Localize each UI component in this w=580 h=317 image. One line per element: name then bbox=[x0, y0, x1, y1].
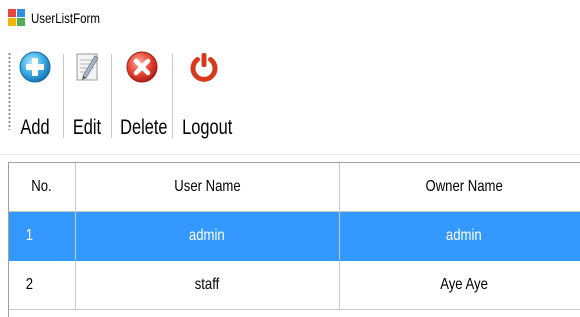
title-bar: UserListForm bbox=[0, 0, 580, 38]
toolbar-separator bbox=[111, 54, 112, 138]
cell-no[interactable]: 1 bbox=[9, 211, 76, 261]
column-header-owner-name[interactable]: Owner Name bbox=[339, 163, 580, 212]
column-header-no[interactable]: No. bbox=[9, 163, 76, 212]
toolbar: Add Edit Delete Logout bbox=[0, 42, 580, 150]
toolbar-grip[interactable] bbox=[8, 52, 11, 130]
toolbar-separator bbox=[172, 54, 173, 138]
add-label: Add bbox=[20, 116, 50, 139]
edit-icon bbox=[67, 50, 107, 84]
cell-owner-name[interactable]: Aye Aye bbox=[339, 260, 580, 310]
user-table: No. User Name Owner Name 1 admin admin 2… bbox=[9, 163, 580, 310]
cell-user-name[interactable]: admin bbox=[75, 211, 340, 261]
delete-label: Delete bbox=[120, 116, 168, 139]
table-row[interactable]: 1 admin admin bbox=[9, 211, 580, 261]
divider bbox=[0, 154, 580, 155]
user-grid[interactable]: No. User Name Owner Name 1 admin admin 2… bbox=[8, 162, 580, 317]
cell-user-name[interactable]: staff bbox=[75, 260, 340, 310]
cell-no[interactable]: 2 bbox=[9, 260, 76, 310]
cell-owner-name[interactable]: admin bbox=[339, 211, 580, 261]
app-icon bbox=[8, 9, 26, 27]
toolbar-separator bbox=[63, 54, 64, 138]
delete-button[interactable]: Delete bbox=[114, 44, 170, 144]
edit-button[interactable]: Edit bbox=[67, 44, 107, 144]
add-icon bbox=[14, 50, 56, 84]
logout-label: Logout bbox=[182, 116, 233, 139]
logout-icon bbox=[176, 50, 232, 84]
delete-icon bbox=[114, 50, 170, 84]
table-row[interactable]: 2 staff Aye Aye bbox=[9, 260, 580, 310]
column-header-user-name[interactable]: User Name bbox=[75, 163, 340, 212]
edit-label: Edit bbox=[72, 116, 102, 139]
header-row: No. User Name Owner Name bbox=[9, 163, 580, 212]
logout-button[interactable]: Logout bbox=[176, 44, 232, 144]
window-title: UserListForm bbox=[31, 10, 100, 26]
add-button[interactable]: Add bbox=[14, 44, 56, 144]
